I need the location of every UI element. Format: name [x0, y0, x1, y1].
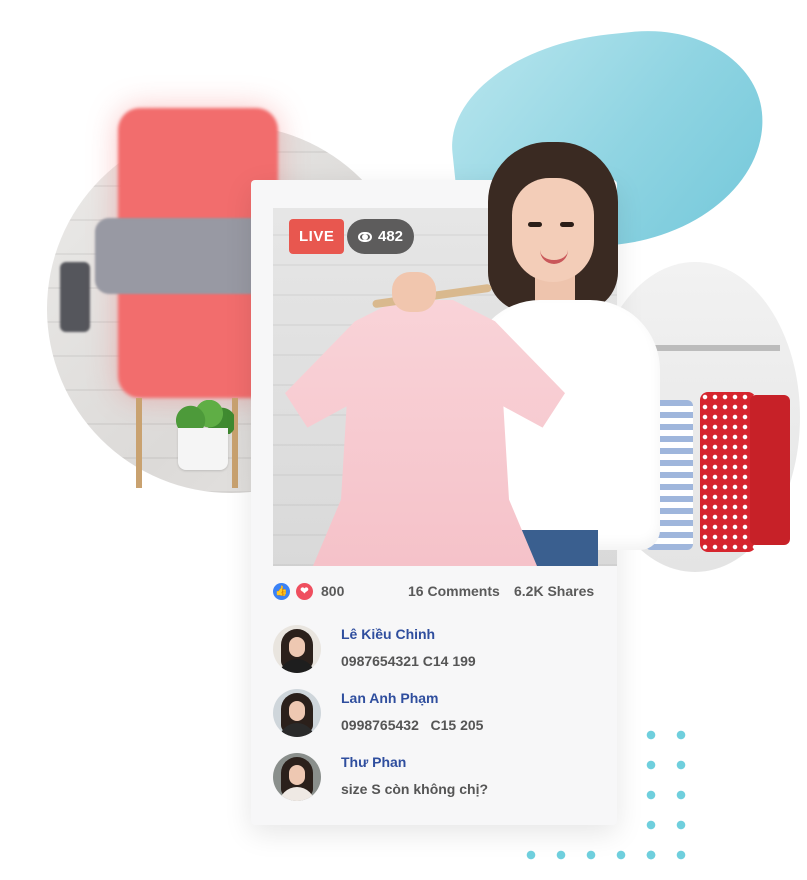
red-dress	[750, 395, 790, 545]
viewer-count: 482	[377, 228, 404, 245]
reaction-count[interactable]: 800	[321, 583, 344, 599]
commenter-name[interactable]: Lê Kiều Chinh	[341, 626, 435, 642]
clothes-rack	[640, 345, 780, 351]
tripod	[60, 262, 90, 332]
thumbs-up-icon[interactable]: 👍	[273, 583, 290, 600]
shelf-leg	[136, 398, 142, 488]
plant-pot	[178, 428, 228, 470]
engagement-stats: 👍 ❤ 800 16 Comments 6.2K Shares	[273, 582, 603, 602]
eye-icon	[357, 231, 372, 242]
comment-item: Lan Anh Phạm 0998765432 C15 205	[273, 689, 593, 739]
comment-text: 0987654321 C14 199	[341, 653, 476, 669]
live-badge: LIVE	[289, 219, 345, 254]
avatar-face	[289, 637, 305, 657]
presenter-face	[512, 178, 594, 282]
decorative-dots	[516, 840, 666, 880]
presenter-eye	[528, 222, 542, 227]
comment-text: size S còn không chị?	[341, 781, 489, 797]
viewer-count-badge: 482	[347, 219, 414, 254]
avatar[interactable]	[273, 689, 321, 737]
presenter-eye	[560, 222, 574, 227]
comment-text: 0998765432 C15 205	[341, 717, 484, 733]
polka-dot-dress	[700, 392, 756, 552]
avatar[interactable]	[273, 625, 321, 673]
comment-item: Lê Kiều Chinh 0987654321 C14 199	[273, 625, 593, 675]
presenter-hand	[392, 272, 436, 312]
comment-item: Thư Phan size S còn không chị?	[273, 753, 593, 803]
commenter-name[interactable]: Lan Anh Phạm	[341, 690, 439, 706]
comments-count-link[interactable]: 16 Comments	[408, 583, 500, 599]
avatar[interactable]	[273, 753, 321, 801]
heart-icon[interactable]: ❤	[296, 583, 313, 600]
commenter-name[interactable]: Thư Phan	[341, 754, 406, 770]
avatar-face	[289, 765, 305, 785]
shares-count-link[interactable]: 6.2K Shares	[514, 583, 594, 599]
avatar-face	[289, 701, 305, 721]
